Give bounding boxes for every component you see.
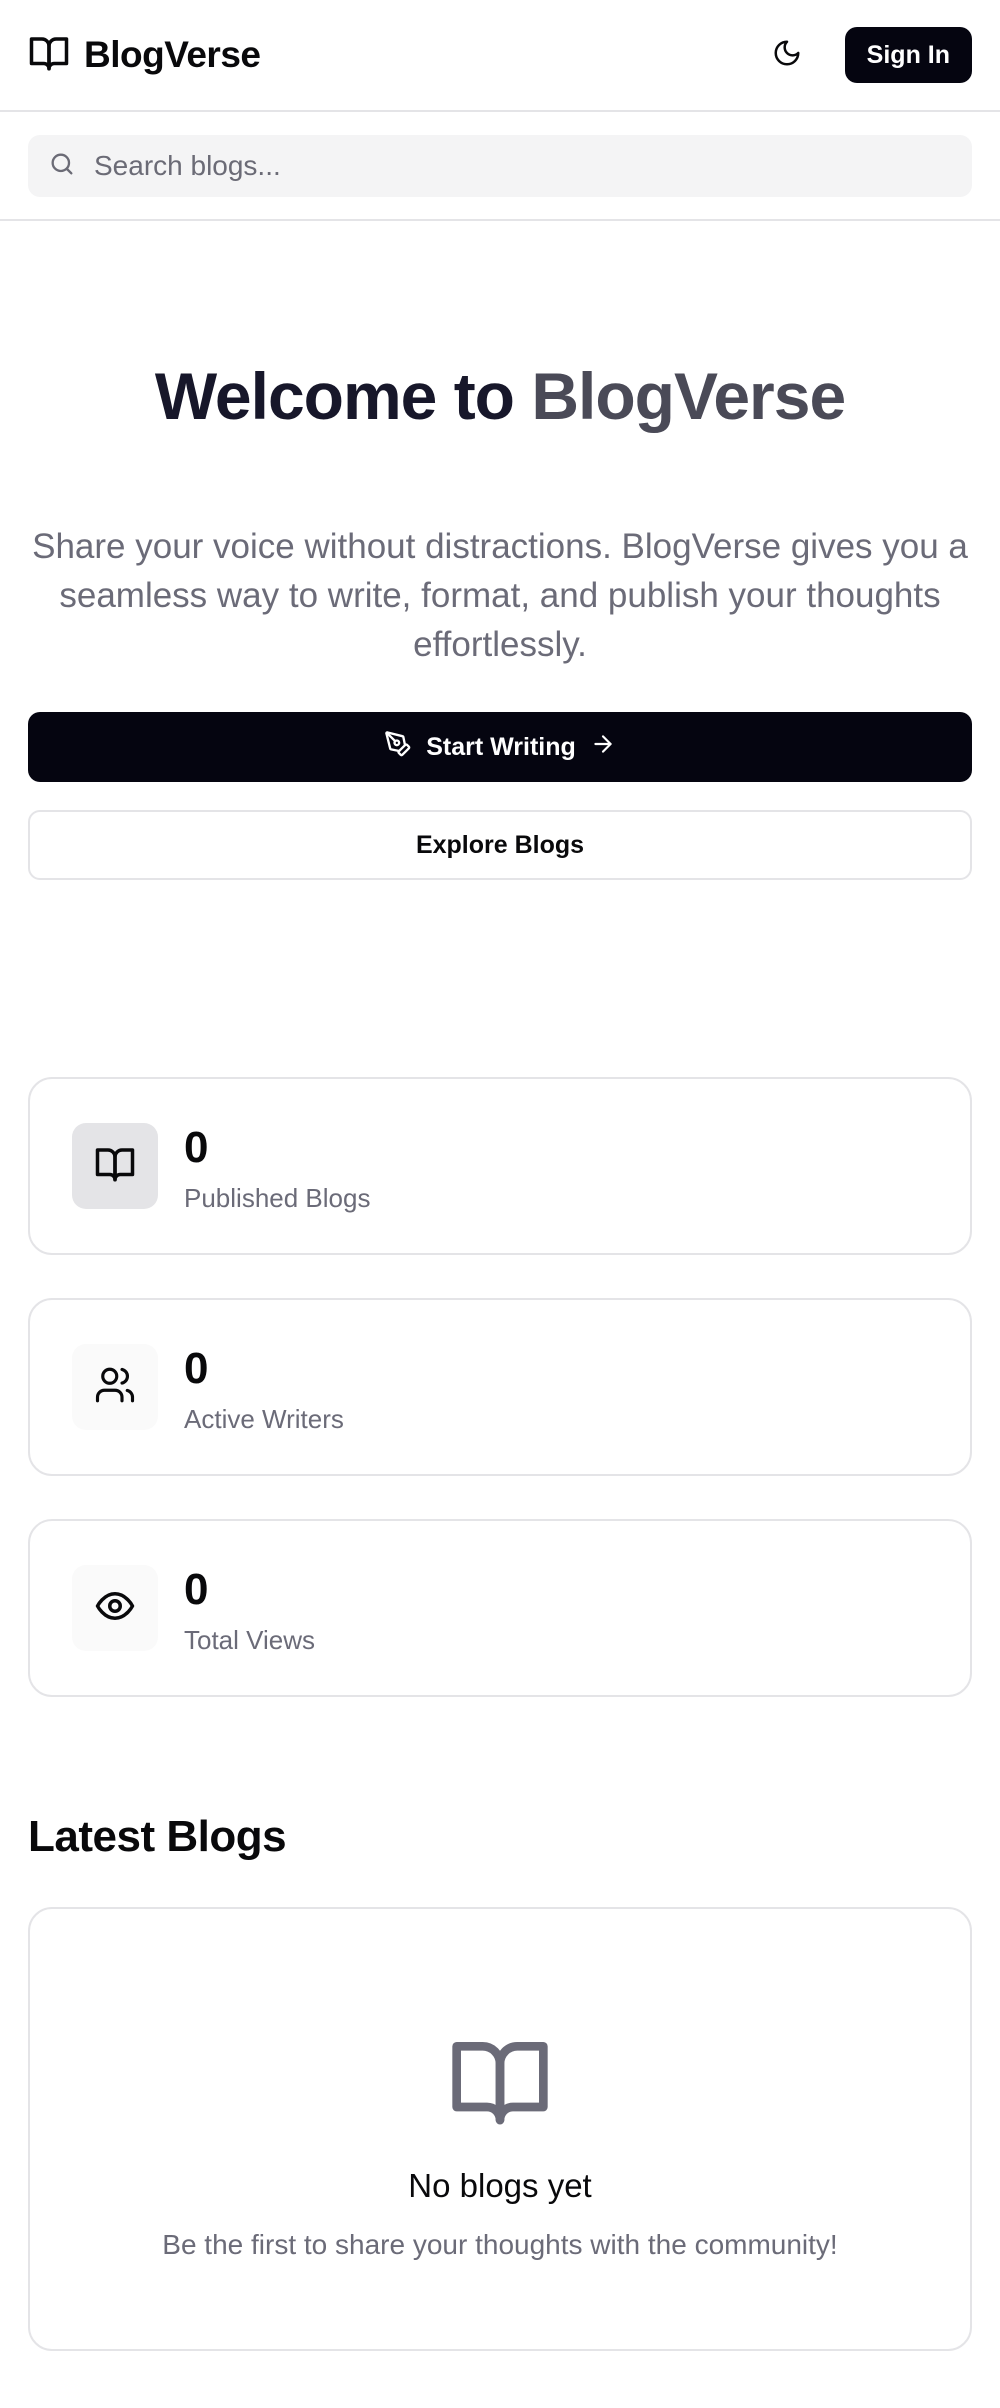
explore-blogs-button[interactable]: Explore Blogs [28,810,972,880]
latest-blogs-title: Latest Blogs [28,1812,287,1861]
stat-card-views: 0 Total Views [28,1519,972,1697]
stat-card-published: 0 Published Blogs [28,1077,972,1255]
stat-icon-box [72,1565,158,1651]
moon-icon [772,38,802,73]
top-header: BlogVerse Sign In [0,0,1000,112]
book-open-icon [28,32,70,79]
theme-toggle-button[interactable] [763,31,811,79]
empty-state-card: No blogs yet Be the first to share your … [28,1907,972,2351]
arrow-right-icon [590,731,616,764]
hero-subtitle: Share your voice without distractions. B… [32,527,968,664]
start-writing-button[interactable]: Start Writing [28,712,972,782]
search-bar [0,112,1000,221]
stat-icon-box [72,1123,158,1209]
stat-value: 0 [184,1344,209,1393]
book-open-icon [448,2029,552,2138]
eye-icon [94,1585,136,1632]
search-box[interactable] [28,135,972,197]
brand-name: BlogVerse [84,34,261,75]
empty-state-title: No blogs yet [408,2167,592,2204]
pen-tool-icon [384,730,412,765]
stat-value: 0 [184,1123,209,1172]
hero-title-accent: BlogVerse [531,359,846,433]
book-open-icon [94,1143,136,1190]
stat-label: Total Views [184,1625,316,1655]
stat-card-writers: 0 Active Writers [28,1298,972,1476]
stat-label: Active Writers [184,1404,344,1434]
sign-in-button[interactable]: Sign In [844,27,972,83]
start-writing-label: Start Writing [426,732,576,761]
stat-icon-box [72,1344,158,1430]
empty-state-subtitle: Be the first to share your thoughts with… [162,2229,838,2260]
hero-title: Welcome to BlogVerse [0,358,1000,434]
search-icon [48,150,76,183]
hero-title-part1: Welcome to [154,359,532,433]
stat-value: 0 [184,1565,209,1614]
stat-label: Published Blogs [184,1183,371,1213]
brand-link[interactable]: BlogVerse [28,32,261,79]
search-input[interactable] [94,150,914,182]
users-icon [94,1364,136,1411]
